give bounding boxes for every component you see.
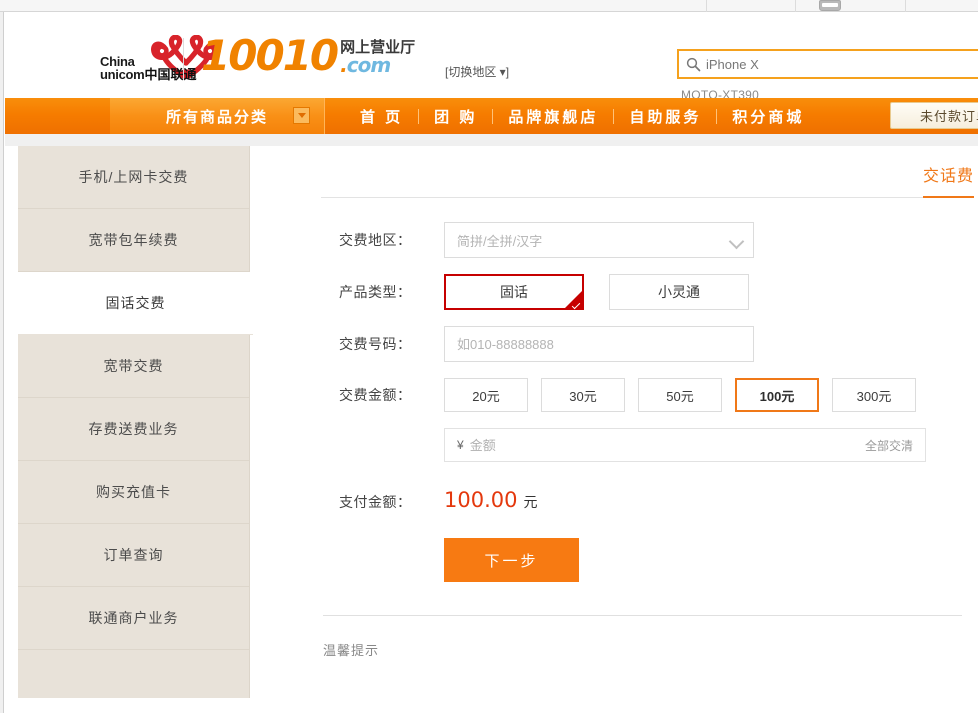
region-select[interactable]: 简拼/全拼/汉字	[444, 222, 754, 258]
form-row-amount: 交费金额： 20元 30元 50元 100元 300元	[251, 378, 978, 412]
all-categories-label: 所有商品分类	[165, 108, 268, 126]
next-step-button[interactable]: 下一步	[444, 538, 579, 582]
pay-amount-label: 支付金额：	[339, 494, 412, 510]
chevron-down-icon[interactable]	[293, 107, 310, 124]
amount-option-100[interactable]: 100元	[735, 378, 819, 412]
toolbar-divider	[795, 0, 796, 12]
sidebar-item-broadband-recharge[interactable]: 宽带交费	[18, 335, 249, 398]
nav-links: 首 页 团 购 品牌旗舰店 自助服务 积分商城	[345, 98, 819, 134]
main-navigation: 所有商品分类 首 页 团 购 品牌旗舰店 自助服务 积分商城 未付款订单	[5, 98, 978, 134]
form-row-pay-amount: 支付金额： 100.00 元	[251, 488, 978, 512]
number-input[interactable]	[444, 326, 754, 362]
pay-amount-value: 100.00	[444, 488, 518, 512]
left-sidebar: 手机/上网卡交费 宽带包年续费 固话交费 宽带交费 存费送费业务 购买充值卡 订…	[18, 146, 253, 698]
amount-option-label: 30元	[569, 388, 597, 404]
sidebar-item-label: 联通商户业务	[88, 610, 179, 626]
product-type-option-pas[interactable]: 小灵通	[609, 274, 749, 310]
sidebar-item-label: 宽带包年续费	[88, 232, 179, 248]
toolbar-divider	[905, 0, 906, 12]
product-type-option-label: 固话	[500, 284, 528, 300]
amount-label: 交费金额：	[339, 387, 412, 403]
page-body: 手机/上网卡交费 宽带包年续费 固话交费 宽带交费 存费送费业务 购买充值卡 订…	[5, 134, 978, 713]
form-row-region: 交费地区： 简拼/全拼/汉字	[251, 222, 978, 258]
sidebar-item-label: 存费送费业务	[88, 421, 179, 437]
site-header: China unicom中国联通 10010 网上营业厅 .com [切换地区 …	[5, 13, 978, 102]
content-tabbar: 交话费	[321, 146, 974, 198]
sidebar-filler	[18, 650, 249, 698]
browser-toolbar-strip	[0, 0, 978, 12]
sidebar-item-merchant-business[interactable]: 联通商户业务	[18, 587, 249, 650]
brand-10010[interactable]: 10010 网上营业厅 .com	[201, 35, 415, 77]
brand-number: 10010	[201, 31, 339, 80]
brand-domain: .com	[340, 53, 391, 77]
currency-icon: ¥	[457, 438, 464, 452]
unicom-wordmark: China unicom中国联通	[100, 54, 197, 82]
browser-left-edge	[0, 12, 4, 713]
product-type-option-label: 小灵通	[658, 284, 700, 300]
nav-item-groupbuy[interactable]: 团 购	[419, 106, 492, 127]
amount-option-label: 20元	[472, 388, 500, 404]
region-placeholder: 简拼/全拼/汉字	[457, 233, 543, 249]
sidebar-item-order-query[interactable]: 订单查询	[18, 524, 249, 587]
sidebar-item-mobile-recharge[interactable]: 手机/上网卡交费	[18, 146, 249, 209]
amount-option-label: 100元	[759, 388, 795, 404]
custom-amount-left: ¥	[457, 437, 770, 453]
amount-option-label: 300元	[856, 388, 892, 404]
search-box[interactable]	[677, 49, 978, 79]
product-type-label: 产品类型：	[339, 284, 412, 300]
region-label: 交费地区：	[339, 232, 412, 248]
page-root: China unicom中国联通 10010 网上营业厅 .com [切换地区 …	[5, 13, 978, 713]
section-divider	[323, 615, 962, 616]
sidebar-item-label: 固话交费	[105, 295, 166, 311]
number-label: 交费号码：	[339, 336, 412, 352]
sidebar-item-label: 购买充值卡	[96, 484, 171, 500]
amount-option-300[interactable]: 300元	[832, 378, 916, 412]
search-input[interactable]	[706, 52, 978, 76]
nav-item-selfservice[interactable]: 自助服务	[614, 106, 716, 127]
chevron-down-icon	[728, 233, 745, 250]
product-type-option-landline[interactable]: 固话	[444, 274, 584, 310]
brand-suffix: 网上营业厅 .com	[340, 39, 415, 76]
form-row-product-type: 产品类型： 固话 小灵通	[251, 274, 978, 310]
logo-divider	[183, 38, 184, 80]
toolbar-divider	[706, 0, 707, 12]
region-switch-link[interactable]: [切换地区 ▾]	[445, 63, 509, 80]
pay-all-link[interactable]: 全部交清	[865, 437, 913, 454]
amount-option-30[interactable]: 30元	[541, 378, 625, 412]
recharge-form: 交费地区： 简拼/全拼/汉字 产品类型： 固话 小灵通 交费号码： 如010-8…	[251, 198, 978, 659]
all-categories-button[interactable]: 所有商品分类	[110, 98, 325, 134]
sidebar-item-buy-recharge-card[interactable]: 购买充值卡	[18, 461, 249, 524]
sidebar-item-broadband-annual[interactable]: 宽带包年续费	[18, 209, 249, 272]
form-row-number: 交费号码：	[251, 326, 978, 362]
nav-item-points-mall[interactable]: 积分商城	[717, 106, 819, 127]
check-icon	[571, 300, 581, 310]
device-icon[interactable]	[819, 0, 841, 11]
sidebar-item-landline-recharge[interactable]: 固话交费	[18, 272, 253, 335]
tips-label: 温馨提示	[323, 643, 380, 658]
top-gray-band	[5, 134, 978, 146]
search-icon	[686, 57, 701, 72]
sidebar-item-label: 订单查询	[103, 547, 164, 563]
amount-option-label: 50元	[666, 388, 694, 404]
content-panel: 交话费 交费地区： 简拼/全拼/汉字 产品类型： 固话 小灵通 交费号码： 如0…	[251, 146, 978, 713]
amount-option-20[interactable]: 20元	[444, 378, 528, 412]
tab-pay-phone-bill[interactable]: 交话费	[922, 162, 974, 198]
custom-amount-input[interactable]	[469, 437, 770, 453]
custom-amount-field[interactable]: ¥ 全部交清	[444, 428, 926, 462]
unpaid-orders-button[interactable]: 未付款订单	[890, 102, 978, 129]
sidebar-item-deposit-gift[interactable]: 存费送费业务	[18, 398, 249, 461]
sidebar-item-label: 宽带交费	[103, 358, 164, 374]
amount-option-50[interactable]: 50元	[638, 378, 722, 412]
nav-item-brandstore[interactable]: 品牌旗舰店	[493, 106, 613, 127]
pay-amount-unit: 元	[523, 494, 538, 510]
nav-item-home[interactable]: 首 页	[345, 106, 418, 127]
sidebar-item-label: 手机/上网卡交费	[78, 169, 189, 185]
